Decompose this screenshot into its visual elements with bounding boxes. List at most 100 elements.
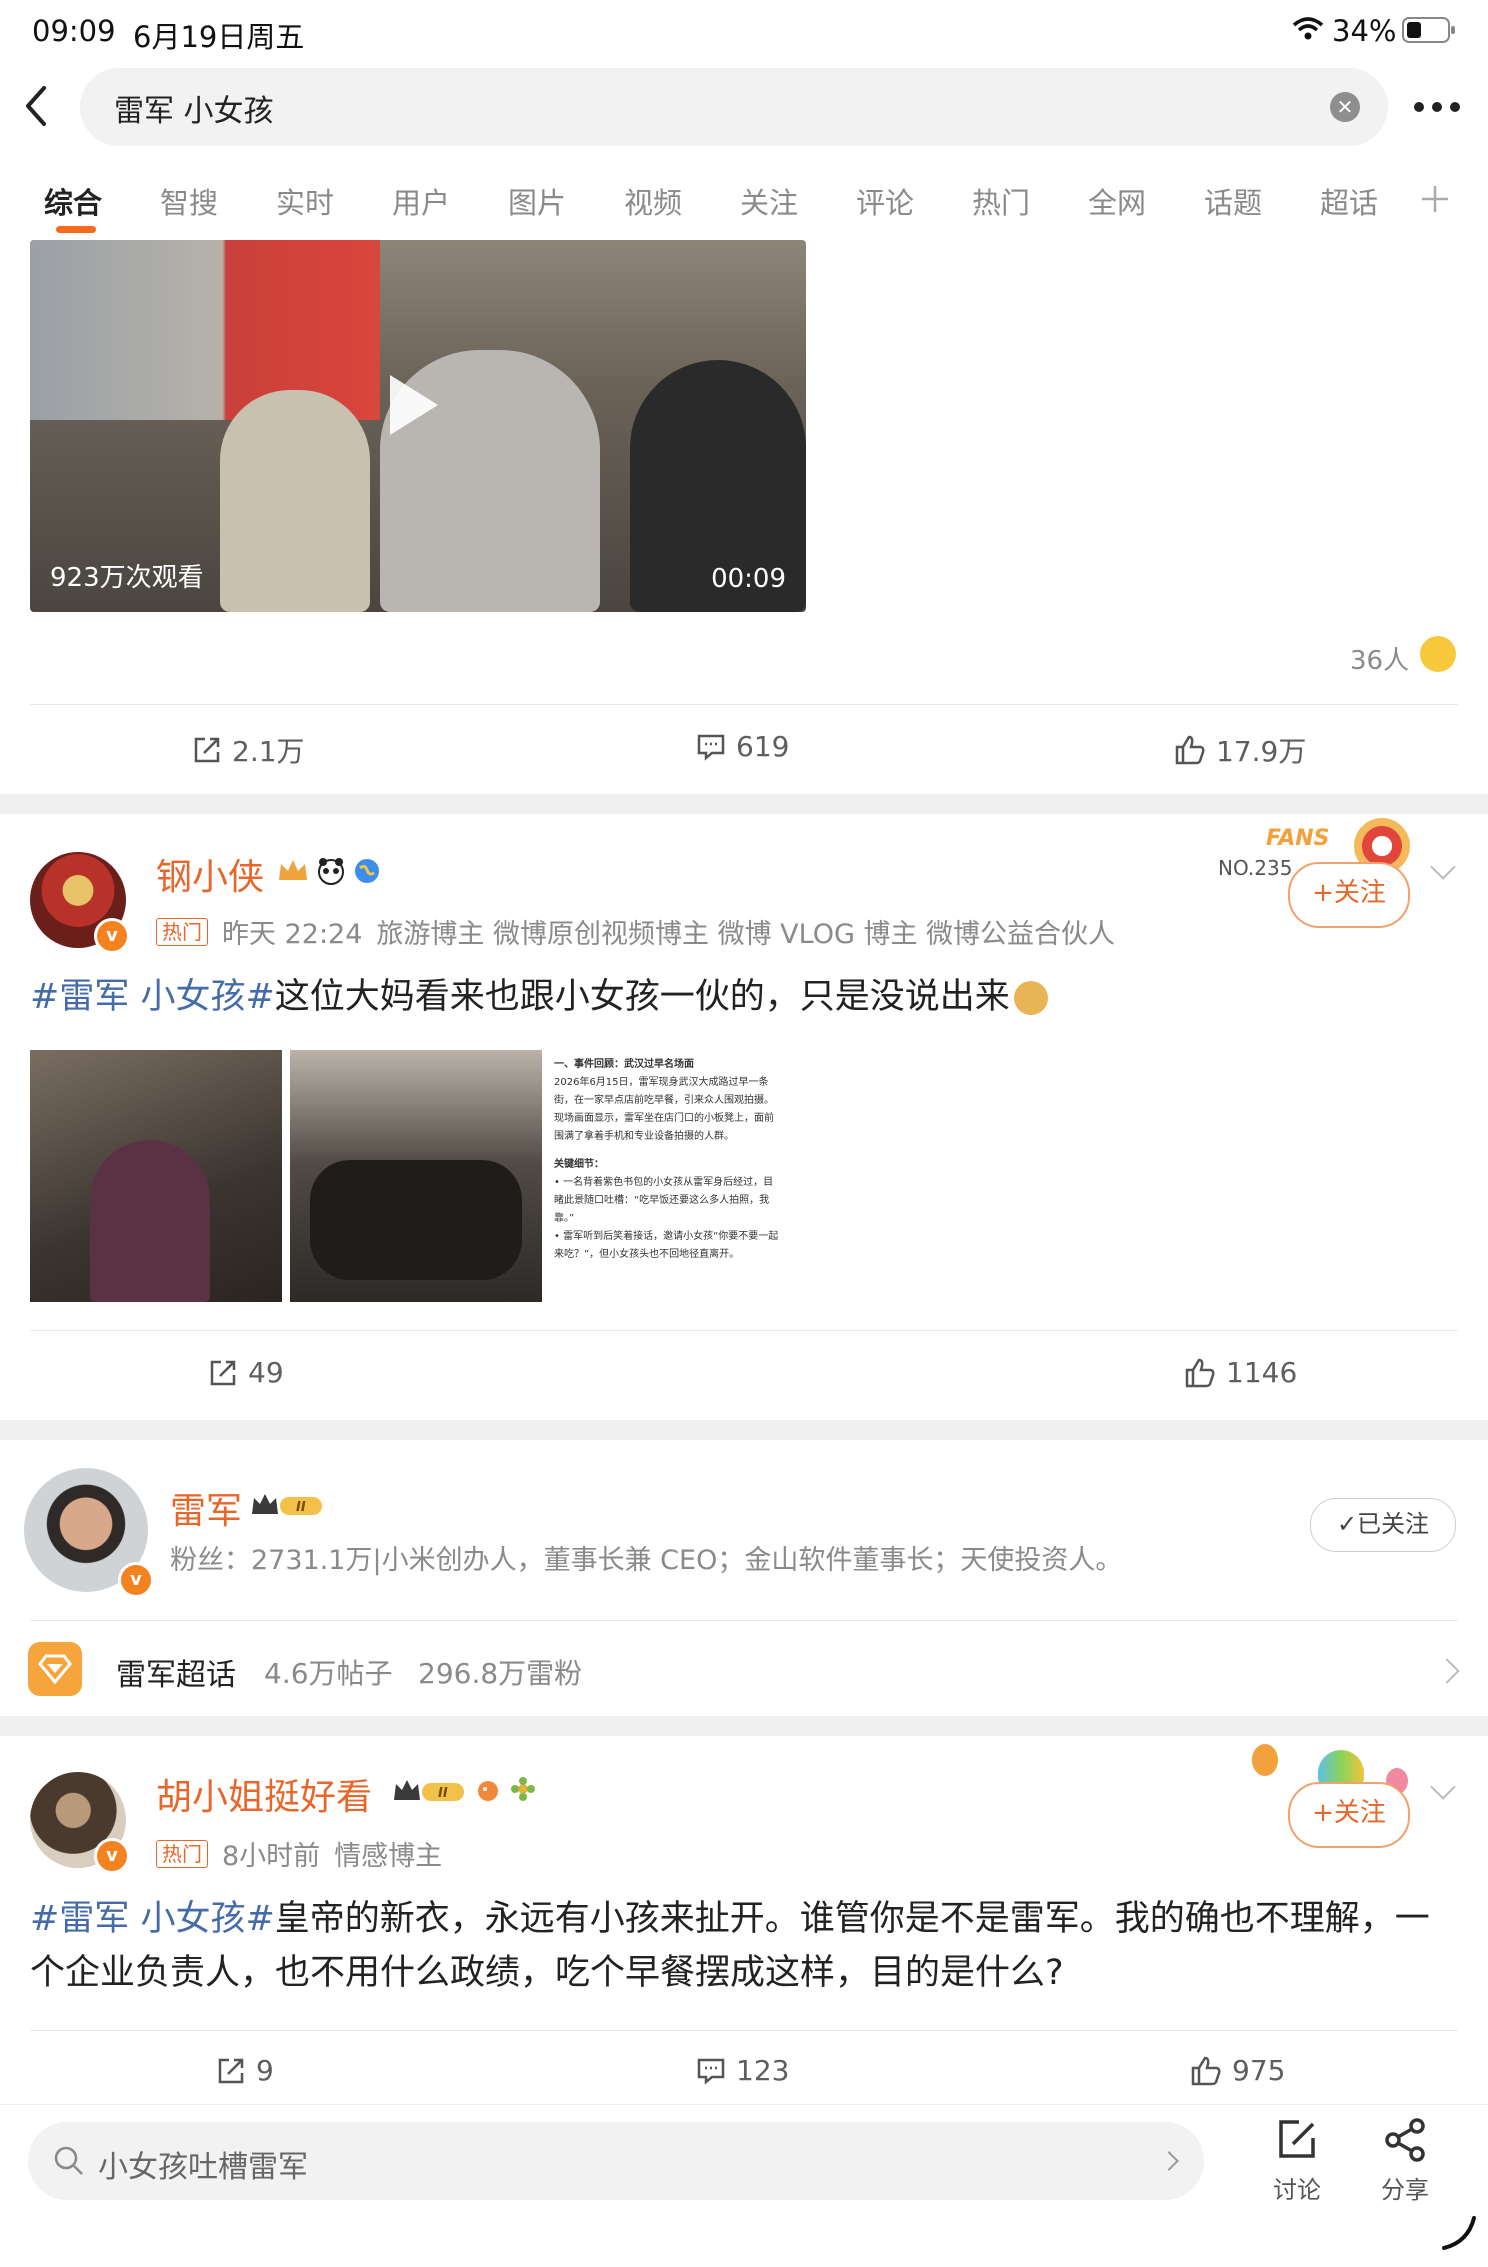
chevron-down-icon[interactable] [1430, 854, 1456, 880]
back-icon[interactable] [20, 82, 50, 130]
post-image-2[interactable] [290, 1050, 542, 1302]
battery-percent: 34% [1332, 14, 1397, 48]
pencil-indicator-icon [1442, 2216, 1476, 2250]
reaction-count: 36人 [1350, 646, 1410, 676]
tab-smart-search[interactable]: 智搜 [160, 180, 218, 222]
doc-line: 街，在一家早点店前吃早餐，引来众人围观拍摄。 [554, 1095, 774, 1106]
doc-line: 围满了拿着手机和专业设备拍摄的人群。 [554, 1131, 734, 1142]
post-meta: 热门 8小时前 情感博主 [156, 1834, 442, 1873]
fans-badge-label: FANS [1266, 826, 1330, 851]
tab-users[interactable]: 用户 [392, 180, 450, 222]
svg-text:II: II [296, 1500, 306, 1515]
tab-whole-web[interactable]: 全网 [1088, 180, 1146, 222]
tab-comprehensive[interactable]: 综合 [44, 180, 102, 222]
post-username[interactable]: 胡小姐挺好看 [156, 1768, 372, 1820]
tab-realtime[interactable]: 实时 [276, 180, 334, 222]
comment-button[interactable]: 619 [696, 730, 789, 763]
tab-comments[interactable]: 评论 [856, 180, 914, 222]
vip-crown-badge-icon: II [252, 1494, 322, 1515]
doc-line: 睹此景随口吐槽：“吃早饭还要这么多人拍照，我 [554, 1195, 770, 1206]
share-icon [1385, 2118, 1425, 2162]
user-badges [276, 856, 382, 886]
like-button[interactable]: 1146 [1184, 1356, 1297, 1389]
post-image-3-document[interactable]: 一、事件回顾：武汉过早名场面 2026年6月15日，雷军现身武汉大成路过早一条 … [550, 1050, 806, 1302]
video-duration: 00:09 [711, 564, 786, 594]
repost-icon [210, 1360, 236, 1385]
post-image-1[interactable] [30, 1050, 282, 1302]
share-label: 分享 [1381, 2176, 1429, 2204]
status-bar: 09:09 6月19日周五 34% [0, 0, 1488, 62]
like-icon [1175, 735, 1205, 765]
verified-badge-icon: v [118, 1562, 154, 1598]
tab-topics[interactable]: 话题 [1204, 180, 1262, 222]
hot-tag: 热门 [156, 1839, 208, 1868]
bottom-search-input[interactable]: 小女孩吐槽雷军 [28, 2122, 1204, 2200]
followed-button[interactable]: ✓已关注 [1310, 1498, 1456, 1552]
supertopic-fans: 296.8万雷粉 [418, 1657, 583, 1690]
comment-icon [697, 2058, 725, 2085]
panda-badge-icon [318, 858, 344, 885]
section-gap [0, 794, 1488, 814]
battery-icon [1402, 17, 1455, 43]
post-username[interactable]: 钢小侠 [156, 848, 264, 900]
laugh-emoji-icon [1420, 636, 1456, 672]
like-button[interactable]: 975 [1190, 2054, 1285, 2087]
supertopic-name: 雷军超话 [116, 1658, 236, 1693]
hashtag-link[interactable]: #雷军 小女孩# [30, 1899, 275, 1939]
follow-button[interactable]: +关注 [1288, 862, 1410, 928]
user-role: 情感博主 [334, 1841, 443, 1872]
follow-button[interactable]: +关注 [1288, 1782, 1410, 1848]
discuss-button[interactable]: 讨论 [1252, 2116, 1342, 2205]
comment-button[interactable]: 123 [696, 2054, 789, 2087]
like-icon [1185, 1358, 1215, 1387]
supertopic-row[interactable]: 雷军超话 4.6万帖子 296.8万雷粉 [0, 1622, 1488, 1718]
doc-line: 2026年6月15日，雷军现身武汉大成路过早一条 [554, 1077, 769, 1088]
edit-icon [1279, 2120, 1315, 2158]
status-date: 6月19日周五 [133, 20, 305, 54]
post-text: #雷军 小女孩#皇帝的新衣，永远有小孩来扯开。谁管你是不是雷军。我的确也不理解，… [30, 1892, 1458, 2000]
tab-following[interactable]: 关注 [740, 180, 798, 222]
chevron-right-icon [1434, 1658, 1460, 1684]
video-figure [220, 390, 370, 612]
section-gap [0, 1716, 1488, 1736]
more-icon[interactable] [1412, 100, 1462, 114]
user-roles: 旅游博主 微博原创视频博主 微博 VLOG 博主 微博公益合伙人 [376, 919, 1116, 950]
verified-badge-icon: v [94, 1838, 130, 1874]
tab-supertopic[interactable]: 超话 [1320, 180, 1378, 222]
like-count: 975 [1232, 2054, 1286, 2087]
tab-indicator [56, 226, 96, 233]
repost-count: 9 [256, 2054, 274, 2087]
repost-button[interactable]: 9 [216, 2054, 274, 2087]
video-views: 923万次观看 [50, 563, 204, 593]
divider [30, 1620, 1458, 1621]
flower-badge-icon [511, 1777, 535, 1801]
doc-line: 关键细节： [554, 1159, 604, 1170]
user-bio: 粉丝：2731.1万|小米创办人，董事长兼 CEO；金山软件董事长；天使投资人。 [170, 1545, 1123, 1576]
doge-emoji-icon [1013, 981, 1048, 1015]
repost-count: 2.1万 [232, 735, 305, 768]
repost-count: 49 [248, 1356, 284, 1389]
search-input[interactable]: 雷军 小女孩 ✕ [80, 68, 1388, 146]
user-card-name[interactable]: 雷军 [170, 1482, 242, 1534]
post-meta: 热门 昨天 22:24 旅游博主 微博原创视频博主 微博 VLOG 博主 微博公… [156, 912, 1115, 951]
divider [30, 704, 1458, 705]
globe-badge-icon [355, 859, 379, 883]
add-tab-icon[interactable] [1420, 184, 1450, 214]
clear-icon[interactable]: ✕ [1330, 92, 1360, 122]
vip-crown-badge-icon: II [394, 1780, 464, 1801]
document-text: 一、事件回顾：武汉过早名场面 2026年6月15日，雷军现身武汉大成路过早一条 … [554, 1056, 804, 1264]
video-thumbnail[interactable]: 923万次观看 00:09 [30, 240, 806, 612]
repost-button[interactable]: 2.1万 [192, 730, 305, 770]
discuss-label: 讨论 [1273, 2176, 1321, 2204]
hashtag-link[interactable]: #雷军 小女孩# [30, 977, 275, 1017]
repost-icon [194, 737, 220, 763]
tab-images[interactable]: 图片 [508, 180, 566, 222]
share-button[interactable]: 分享 [1360, 2116, 1450, 2205]
repost-button[interactable]: 49 [208, 1356, 284, 1389]
doc-line: • 一名背着紫色书包的小女孩从雷军身后经过，目 [554, 1177, 774, 1188]
like-button[interactable]: 17.9万 [1174, 730, 1306, 770]
tab-hot[interactable]: 热门 [972, 180, 1030, 222]
status-time: 09:09 [32, 14, 116, 48]
play-icon[interactable] [390, 375, 438, 435]
tab-videos[interactable]: 视频 [624, 180, 682, 222]
